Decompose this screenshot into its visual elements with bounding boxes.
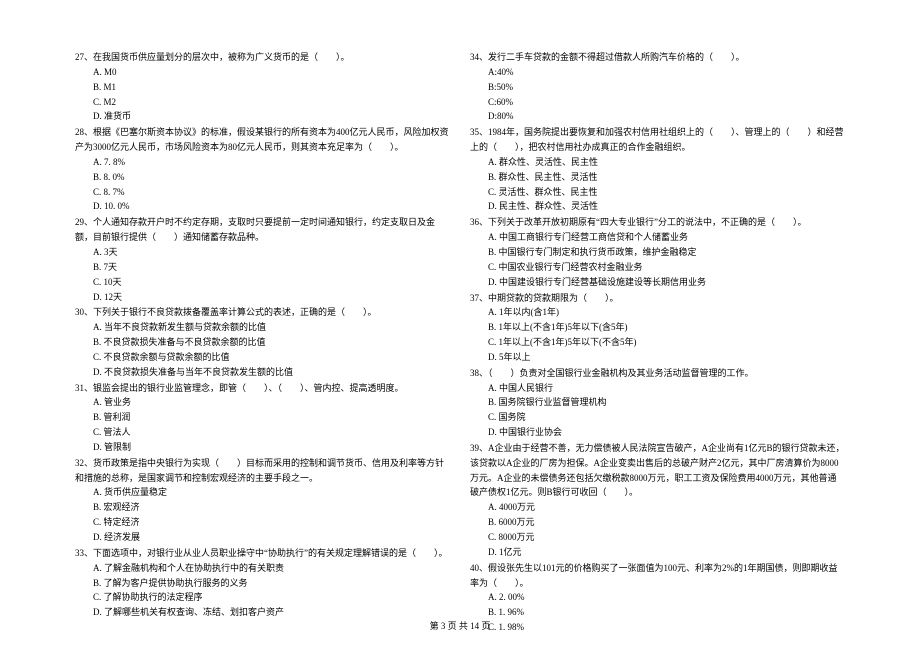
option-d: D. 中国建设银行专门经营基础设施建设等长期信用业务 <box>488 275 845 290</box>
options: A. 中国工商银行专门经营工商信贷和个人储蓄业务 B. 中国银行专门制定和执行货… <box>470 230 845 289</box>
question-38: 38、（ ）负责对全国银行业金融机构及其业务活动监督管理的工作。 A. 中国人民… <box>470 366 845 440</box>
option-b: B. 国务院银行业监督管理机构 <box>488 395 845 410</box>
option-b: B. 不良贷款损失准备与不良贷款余额的比值 <box>93 335 450 350</box>
option-b: B. M1 <box>93 80 450 95</box>
option-a: A. 中国工商银行专门经营工商信贷和个人储蓄业务 <box>488 230 845 245</box>
option-a: A. 中国人民银行 <box>488 381 845 396</box>
option-a: A. 当年不良贷款新发生额与贷款余额的比值 <box>93 320 450 335</box>
question-30: 30、下列关于银行不良贷款拨备覆盖率计算公式的表述，正确的是（ ）。 A. 当年… <box>75 305 450 379</box>
question-27: 27、在我国货币供应量划分的层次中，被称为广义货币的是（ ）。 A. M0 B.… <box>75 50 450 124</box>
question-text: 31、银监会提出的银行业监管理念，即管（ ）、（ ）、管内控、提高透明度。 <box>75 383 404 393</box>
option-d: D. 1亿元 <box>488 545 845 560</box>
option-a: A. 4000万元 <box>488 500 845 515</box>
question-text: 29、个人通知存款开户时不约定存期，支取时只要提前一定时间通知银行，约定支取日及… <box>75 217 435 242</box>
options: A. 中国人民银行 B. 国务院银行业监督管理机构 C. 国务院 D. 中国银行… <box>470 381 845 440</box>
question-36: 36、下列关于改革开放初期原有“四大专业银行”分工的说法中，不正确的是（ ）。 … <box>470 215 845 289</box>
option-a: A. 7. 8% <box>93 155 450 170</box>
question-34: 34、发行二手车贷款的金额不得超过借款人所购汽车价格的（ ）。 A:40% B:… <box>470 50 845 124</box>
option-c: C. 了解协助执行的法定程序 <box>93 590 450 605</box>
left-column: 27、在我国货币供应量划分的层次中，被称为广义货币的是（ ）。 A. M0 B.… <box>75 50 450 636</box>
options: A. 当年不良贷款新发生额与贷款余额的比值 B. 不良贷款损失准备与不良贷款余额… <box>75 320 450 379</box>
option-d: D. 了解哪些机关有权查询、冻结、划扣客户资产 <box>93 605 450 620</box>
question-37: 37、中期贷款的贷款期限为（ ）。 A. 1年以内(含1年) B. 1年以上(不… <box>470 291 845 365</box>
option-a: A. M0 <box>93 65 450 80</box>
options: A. 群众性、灵活性、民主性 B. 群众性、民主性、灵活性 C. 灵活性、群众性… <box>470 155 845 214</box>
question-31: 31、银监会提出的银行业监管理念，即管（ ）、（ ）、管内控、提高透明度。 A.… <box>75 381 450 455</box>
option-b: B. 管利润 <box>93 410 450 425</box>
option-b: B. 1年以上(不含1年)5年以下(含5年) <box>488 320 845 335</box>
option-b: B. 了解为客户提供协助执行服务的义务 <box>93 576 450 591</box>
option-d: D:80% <box>488 109 845 124</box>
option-d: D. 管限制 <box>93 440 450 455</box>
question-text: 35、1984年，国务院提出要恢复和加强农村信用社组织上的（ ）、管理上的（ ）… <box>470 127 844 152</box>
question-39: 39、A企业由于经营不善，无力偿债被人民法院宣告破产，A企业尚有1亿元B的银行贷… <box>470 441 845 560</box>
option-b: B. 中国银行专门制定和执行货币政策，维护金融稳定 <box>488 245 845 260</box>
options: A. 4000万元 B. 6000万元 C. 8000万元 D. 1亿元 <box>470 500 845 559</box>
option-d: D. 准货币 <box>93 109 450 124</box>
option-c: C. 管法人 <box>93 425 450 440</box>
option-c: C. 10天 <box>93 275 450 290</box>
option-d: D. 民主性、群众性、灵活性 <box>488 199 845 214</box>
question-text: 33、下面选项中，对银行业从业人员职业操守中“协助执行”的有关规定理解错误的是（… <box>75 548 448 558</box>
option-c: C. 国务院 <box>488 410 845 425</box>
question-29: 29、个人通知存款开户时不约定存期，支取时只要提前一定时间通知银行，约定支取日及… <box>75 215 450 304</box>
option-a: A. 了解金融机构和个人在协助执行中的有关职责 <box>93 561 450 576</box>
option-c: C. 8. 7% <box>93 185 450 200</box>
question-text: 28、根据《巴塞尔斯资本协议》的标准，假设某银行的所有资本为400亿元人民币，风… <box>75 127 449 152</box>
option-c: C:60% <box>488 95 845 110</box>
question-28: 28、根据《巴塞尔斯资本协议》的标准，假设某银行的所有资本为400亿元人民币，风… <box>75 125 450 214</box>
question-text: 40、假设张先生以101元的价格购买了一张面值为100元、利率为2%的1年期国债… <box>470 563 838 588</box>
option-a: A:40% <box>488 65 845 80</box>
right-column: 34、发行二手车贷款的金额不得超过借款人所购汽车价格的（ ）。 A:40% B:… <box>470 50 845 636</box>
question-32: 32、货币政策是指中央银行为实现（ ）目标而采用的控制和调节货币、信用及利率等方… <box>75 456 450 545</box>
option-c: C. 1年以上(不含1年)5年以下(不含5年) <box>488 335 845 350</box>
option-c: C. 特定经济 <box>93 515 450 530</box>
option-b: B:50% <box>488 80 845 95</box>
options: A. 7. 8% B. 8. 0% C. 8. 7% D. 10. 0% <box>75 155 450 214</box>
option-a: A. 2. 00% <box>488 590 845 605</box>
option-d: D. 不良贷款损失准备与当年不良贷款发生额的比值 <box>93 365 450 380</box>
option-a: A. 群众性、灵活性、民主性 <box>488 155 845 170</box>
question-33: 33、下面选项中，对银行业从业人员职业操守中“协助执行”的有关规定理解错误的是（… <box>75 546 450 620</box>
option-c: C. 不良贷款余额与贷款余额的比值 <box>93 350 450 365</box>
options: A. 3天 B. 7天 C. 10天 D. 12天 <box>75 245 450 304</box>
option-c: C. 灵活性、群众性、民主性 <box>488 185 845 200</box>
question-text: 37、中期贷款的贷款期限为（ ）。 <box>470 293 619 303</box>
options: A. M0 B. M1 C. M2 D. 准货币 <box>75 65 450 124</box>
content-columns: 27、在我国货币供应量划分的层次中，被称为广义货币的是（ ）。 A. M0 B.… <box>75 50 845 636</box>
option-b: B. 群众性、民主性、灵活性 <box>488 170 845 185</box>
option-b: B. 6000万元 <box>488 515 845 530</box>
option-c: C. M2 <box>93 95 450 110</box>
option-c: C. 8000万元 <box>488 530 845 545</box>
option-d: D. 经济发展 <box>93 530 450 545</box>
option-d: D. 5年以上 <box>488 350 845 365</box>
option-d: D. 10. 0% <box>93 199 450 214</box>
options: A. 了解金融机构和个人在协助执行中的有关职责 B. 了解为客户提供协助执行服务… <box>75 561 450 620</box>
question-text: 38、（ ）负责对全国银行业金融机构及其业务活动监督管理的工作。 <box>470 368 754 378</box>
question-text: 30、下列关于银行不良贷款拨备覆盖率计算公式的表述，正确的是（ ）。 <box>75 307 377 317</box>
question-text: 34、发行二手车贷款的金额不得超过借款人所购汽车价格的（ ）。 <box>470 52 745 62</box>
option-a: A. 管业务 <box>93 395 450 410</box>
option-b: B. 宏观经济 <box>93 500 450 515</box>
option-b: B. 8. 0% <box>93 170 450 185</box>
option-a: A. 3天 <box>93 245 450 260</box>
question-35: 35、1984年，国务院提出要恢复和加强农村信用社组织上的（ ）、管理上的（ ）… <box>470 125 845 214</box>
question-text: 32、货币政策是指中央银行为实现（ ）目标而采用的控制和调节货币、信用及利率等方… <box>75 458 444 483</box>
options: A. 货币供应量稳定 B. 宏观经济 C. 特定经济 D. 经济发展 <box>75 485 450 544</box>
question-text: 39、A企业由于经营不善，无力偿债被人民法院宣告破产，A企业尚有1亿元B的银行贷… <box>470 443 845 498</box>
option-d: D. 12天 <box>93 290 450 305</box>
options: A:40% B:50% C:60% D:80% <box>470 65 845 124</box>
options: A. 1年以内(含1年) B. 1年以上(不含1年)5年以下(含5年) C. 1… <box>470 305 845 364</box>
question-text: 36、下列关于改革开放初期原有“四大专业银行”分工的说法中，不正确的是（ ）。 <box>470 217 807 227</box>
option-a: A. 1年以内(含1年) <box>488 305 845 320</box>
option-c: C. 中国农业银行专门经营农村金融业务 <box>488 260 845 275</box>
option-d: D. 中国银行业协会 <box>488 425 845 440</box>
option-b: B. 1. 96% <box>488 605 845 620</box>
options: A. 管业务 B. 管利润 C. 管法人 D. 管限制 <box>75 395 450 454</box>
option-a: A. 货币供应量稳定 <box>93 485 450 500</box>
question-text: 27、在我国货币供应量划分的层次中，被称为广义货币的是（ ）。 <box>75 52 350 62</box>
option-b: B. 7天 <box>93 260 450 275</box>
page-footer: 第 3 页 共 14 页 <box>0 619 920 632</box>
